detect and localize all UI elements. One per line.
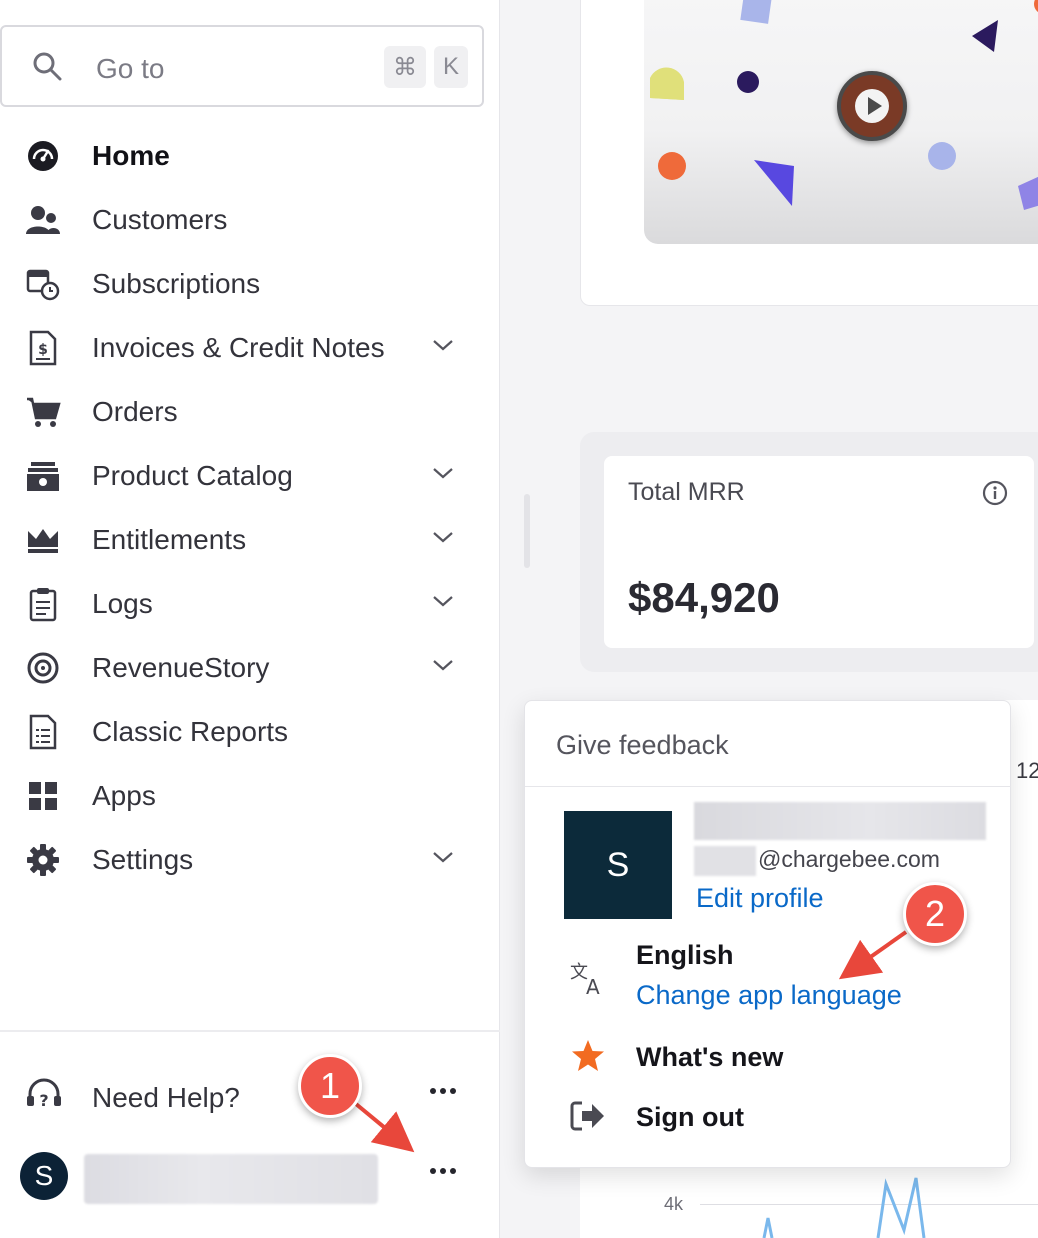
sidebar-item-label: Classic Reports — [92, 716, 289, 747]
sidebar-item-label: Customers — [92, 204, 228, 235]
sidebar-item-entitlements[interactable]: Entitlements — [0, 512, 480, 568]
sidebar-item-customers[interactable]: Customers — [0, 192, 480, 248]
chevron-down-icon[interactable] — [432, 466, 454, 480]
sidebar-item-classic-reports[interactable]: Classic Reports — [0, 704, 480, 760]
search-icon — [33, 52, 62, 81]
sidebar-item-home[interactable]: Home — [0, 128, 480, 184]
cart-icon — [24, 394, 62, 430]
sidebar-item-subscriptions[interactable]: Subscriptions — [0, 256, 480, 312]
catalog-box-icon — [24, 458, 62, 494]
calendar-clock-icon — [24, 266, 62, 302]
whats-new-item[interactable]: What's new — [636, 1042, 783, 1073]
sidebar: Go to ⌘ K Home Customers Subscriptions $… — [0, 0, 500, 1238]
profile-avatar: S — [564, 811, 672, 919]
search-placeholder: Go to — [96, 53, 165, 84]
sidebar-item-logs[interactable]: Logs — [0, 576, 480, 632]
sidebar-item-orders[interactable]: Orders — [0, 384, 480, 440]
report-document-icon — [24, 714, 62, 750]
gear-icon — [24, 842, 62, 878]
invoice-icon: $ — [24, 330, 62, 366]
sidebar-item-revenuestory[interactable]: RevenueStory — [0, 640, 480, 696]
k-key-hint: K — [434, 46, 468, 88]
sidebar-item-label: RevenueStory — [92, 652, 270, 683]
users-icon — [24, 202, 62, 238]
chevron-down-icon[interactable] — [432, 850, 454, 864]
sidebar-item-apps[interactable]: Apps — [0, 768, 480, 824]
user-account-row[interactable]: S — [0, 1146, 480, 1210]
sidebar-item-product-catalog[interactable]: Product Catalog — [0, 448, 480, 504]
chevron-down-icon[interactable] — [432, 338, 454, 352]
play-button[interactable] — [837, 71, 907, 141]
help-headset-icon: ? — [27, 1078, 61, 1110]
sidebar-item-label: Apps — [92, 780, 156, 811]
need-help-label: Need Help? — [92, 1082, 240, 1113]
sidebar-item-settings[interactable]: Settings — [0, 832, 480, 888]
chart-y-label: 4k — [664, 1194, 684, 1214]
need-help-link[interactable]: ? Need Help? — [0, 1068, 480, 1128]
command-key-hint: ⌘ — [384, 46, 426, 88]
clipboard-icon — [24, 586, 62, 622]
help-more-options-icon[interactable] — [430, 1088, 460, 1098]
avatar[interactable]: S — [20, 1152, 68, 1200]
sidebar-item-label: Product Catalog — [92, 460, 293, 491]
grid-icon — [24, 778, 62, 814]
sidebar-item-label: Orders — [92, 396, 178, 427]
profile-email: @chargebee.com — [758, 846, 940, 872]
step-marker-1: 1 — [298, 1054, 362, 1118]
current-language: English — [636, 940, 734, 970]
redacted-email-user — [694, 846, 756, 876]
sidebar-item-label: Logs — [92, 588, 153, 619]
mrr-title: Total MRR — [628, 478, 745, 506]
chart-tick-label: 12 — [1016, 758, 1038, 783]
sidebar-resize-handle[interactable] — [524, 494, 530, 568]
chevron-down-icon[interactable] — [432, 530, 454, 544]
svg-text:?: ? — [39, 1091, 48, 1110]
sidebar-item-invoices-credit-notes[interactable]: $ Invoices & Credit Notes — [0, 320, 480, 376]
translate-icon: 文 A — [570, 962, 600, 998]
sidebar-item-label: Entitlements — [92, 524, 247, 555]
give-feedback-link[interactable]: Give feedback — [556, 730, 729, 761]
chart-series-line — [762, 1177, 926, 1238]
chevron-down-icon[interactable] — [432, 658, 454, 672]
redacted-user-name — [84, 1154, 378, 1204]
sign-out-icon — [570, 1101, 604, 1131]
popover-divider — [525, 786, 1011, 787]
chevron-down-icon[interactable] — [432, 594, 454, 608]
step-marker-2: 2 — [903, 882, 967, 946]
sidebar-item-label: Home — [92, 140, 170, 171]
sign-out-item[interactable]: Sign out — [636, 1102, 744, 1133]
sidebar-item-label: Invoices & Credit Notes — [92, 332, 385, 363]
target-icon — [24, 650, 62, 686]
sidebar-divider — [0, 1030, 500, 1032]
edit-profile-link[interactable]: Edit profile — [696, 883, 824, 914]
crown-icon — [24, 522, 62, 558]
sidebar-item-label: Subscriptions — [92, 268, 261, 299]
sidebar-item-label: Settings — [92, 844, 194, 875]
search-bar[interactable]: Go to ⌘ K — [0, 25, 484, 107]
svg-text:A: A — [586, 975, 600, 998]
redacted-profile-name — [694, 802, 986, 840]
play-icon — [868, 97, 882, 115]
dashboard-gauge-icon — [24, 138, 62, 174]
change-language-link[interactable]: Change app language — [636, 980, 902, 1011]
mrr-value: $84,920 — [628, 574, 780, 621]
user-more-options-icon[interactable] — [430, 1168, 460, 1178]
info-icon[interactable] — [982, 480, 1008, 506]
star-icon — [572, 1040, 604, 1071]
svg-text:$: $ — [38, 342, 48, 358]
